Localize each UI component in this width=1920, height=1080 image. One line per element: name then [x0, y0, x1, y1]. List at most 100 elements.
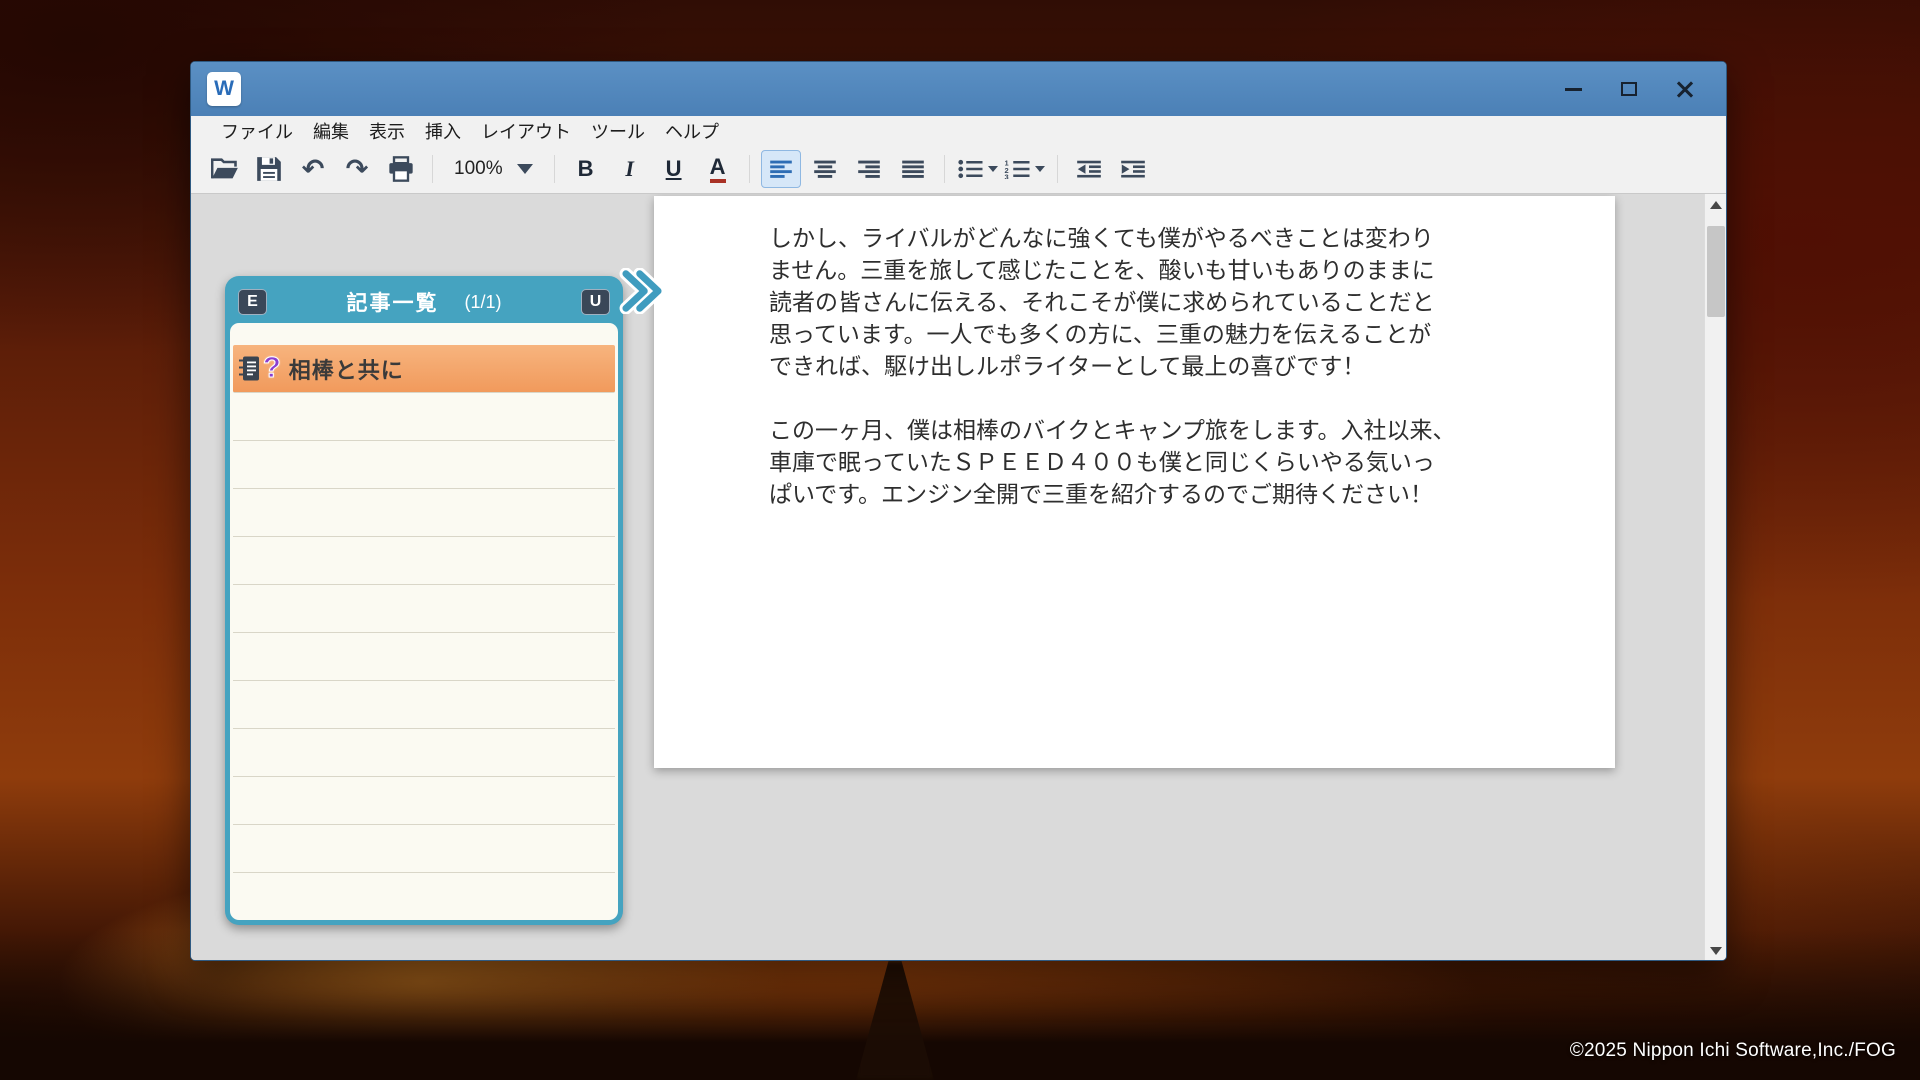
indent-icon	[1120, 159, 1146, 179]
increase-indent-button[interactable]	[1113, 150, 1153, 188]
font-color-button[interactable]: A	[698, 150, 738, 188]
article-title: 相棒と共に	[289, 353, 404, 385]
italic-icon: I	[625, 156, 634, 182]
app-icon-letter: W	[214, 77, 234, 101]
editor-content-area: しかし、ライバルがどんなに強くても僕がやるべきことは変わりません。三重を旅して感…	[191, 194, 1726, 961]
notebook-icon	[239, 355, 261, 382]
empty-list-row	[233, 777, 615, 825]
zoom-value: 100%	[454, 158, 503, 180]
underline-button[interactable]: U	[654, 150, 694, 188]
panel-expand-chevron-icon[interactable]	[619, 268, 665, 314]
align-left-button[interactable]	[761, 150, 801, 188]
document-text: しかし、ライバルがどんなに強くても僕がやるべきことは変わりません。三重を旅して感…	[769, 222, 1555, 510]
bold-button[interactable]: B	[566, 150, 606, 188]
empty-list-row	[233, 441, 615, 489]
text-line: しかし、ライバルがどんなに強くても僕がやるべきことは変わり	[769, 222, 1555, 254]
menu-item[interactable]: 挿入	[419, 118, 467, 144]
menu-item[interactable]: ファイル	[215, 118, 299, 144]
zoom-dropdown[interactable]: 100%	[444, 158, 543, 180]
scrollbar-thumb[interactable]	[1707, 226, 1725, 317]
empty-list-row	[233, 873, 615, 920]
font-color-icon: A	[710, 156, 726, 183]
toolbar-separator	[1057, 155, 1058, 183]
article-list-panel: E 記事一覧 (1/1) U	[225, 276, 623, 925]
page-indicator: (1/1)	[465, 292, 502, 313]
save-button[interactable]	[249, 150, 289, 188]
align-justify-button[interactable]	[893, 150, 933, 188]
printer-icon	[387, 156, 415, 182]
bullet-list-icon	[957, 159, 983, 179]
outdent-icon	[1076, 159, 1102, 179]
paragraph: しかし、ライバルがどんなに強くても僕がやるべきことは変わりません。三重を旅して感…	[769, 222, 1555, 382]
menu-item[interactable]: レイアウト	[475, 118, 577, 144]
paragraph: この一ヶ月、僕は相棒のバイクとキャンプ旅をします。入社以来、車庫で眠っていたＳＰ…	[769, 414, 1555, 510]
article-list-header: E 記事一覧 (1/1) U	[230, 281, 618, 323]
align-left-icon	[769, 159, 793, 179]
vertical-scrollbar[interactable]	[1704, 194, 1726, 961]
close-icon	[1676, 80, 1694, 98]
menu-bar: ファイル編集表示挿入レイアウトツールヘルプ	[191, 116, 1726, 145]
scroll-down-button[interactable]	[1705, 940, 1726, 961]
article-list-item[interactable]: ? 相棒と共に	[233, 345, 615, 393]
empty-list-row	[233, 633, 615, 681]
maximize-icon	[1621, 82, 1637, 96]
article-list: ? 相棒と共に	[230, 323, 618, 920]
svg-text:3: 3	[1004, 173, 1008, 179]
open-file-button[interactable]	[205, 150, 245, 188]
align-right-button[interactable]	[849, 150, 889, 188]
text-line: 読者の皆さんに伝える、それこそが僕に求められていることだと	[769, 286, 1555, 318]
text-line: できれば、駆け出しルポライターとして最上の喜びです！	[769, 350, 1555, 382]
menu-item[interactable]: 編集	[307, 118, 355, 144]
chevron-down-icon	[517, 164, 533, 174]
panel-title: 記事一覧	[347, 287, 439, 317]
title-bar[interactable]: W	[191, 62, 1726, 116]
triangle-down-icon	[1710, 947, 1722, 955]
document-page[interactable]: しかし、ライバルがどんなに強くても僕がやるべきことは変わりません。三重を旅して感…	[654, 196, 1615, 768]
toolbar-separator	[432, 155, 433, 183]
decrease-indent-button[interactable]	[1069, 150, 1109, 188]
text-line: この一ヶ月、僕は相棒のバイクとキャンプ旅をします。入社以来、	[769, 414, 1555, 446]
redo-button[interactable]: ↷	[337, 150, 377, 188]
menu-item[interactable]: ツール	[585, 118, 651, 144]
prev-tab-key-badge[interactable]: E	[238, 289, 267, 315]
toolbar-separator	[749, 155, 750, 183]
empty-list-row	[233, 393, 615, 441]
empty-list-row	[233, 825, 615, 873]
align-center-icon	[813, 159, 837, 179]
bold-icon: B	[578, 156, 594, 182]
minimize-button[interactable]	[1556, 75, 1590, 103]
redo-icon: ↷	[346, 156, 369, 183]
scroll-up-button[interactable]	[1705, 194, 1726, 216]
empty-list-row	[233, 681, 615, 729]
empty-list-row	[233, 537, 615, 585]
undo-icon: ↶	[302, 156, 325, 183]
maximize-button[interactable]	[1612, 75, 1646, 103]
align-justify-icon	[901, 159, 925, 179]
text-line: 車庫で眠っていたＳＰＥＥＤ４００も僕と同じくらいやる気いっ	[769, 446, 1555, 478]
toolbar-separator	[944, 155, 945, 183]
close-button[interactable]	[1668, 75, 1702, 103]
numbered-list-icon: 123	[1004, 159, 1030, 179]
new-article-question-badge: ?	[263, 354, 281, 383]
align-right-icon	[857, 159, 881, 179]
bullet-list-button[interactable]	[956, 150, 999, 188]
align-center-button[interactable]	[805, 150, 845, 188]
toolbar: ↶ ↷ 100% B I U A	[191, 145, 1726, 194]
text-line: ぱいです。エンジン全開で三重を紹介するのでご期待ください！	[769, 478, 1555, 510]
numbered-list-button[interactable]: 123	[1003, 150, 1046, 188]
triangle-up-icon	[1710, 201, 1722, 209]
empty-list-row	[233, 729, 615, 777]
window-controls	[1556, 75, 1710, 103]
undo-button[interactable]: ↶	[293, 150, 333, 188]
print-button[interactable]	[381, 150, 421, 188]
italic-button[interactable]: I	[610, 150, 650, 188]
minimize-icon	[1565, 88, 1582, 91]
underline-icon: U	[666, 156, 682, 182]
word-processor-window: W ファイル編集表示挿入レイアウトツールヘルプ	[190, 61, 1727, 961]
open-folder-icon	[211, 157, 239, 181]
menu-item[interactable]: 表示	[363, 118, 411, 144]
copyright-notice: ©2025 Nippon Ichi Software,Inc./FOG	[1570, 1040, 1896, 1062]
menu-item[interactable]: ヘルプ	[659, 118, 725, 144]
app-icon: W	[207, 72, 241, 106]
next-tab-key-badge[interactable]: U	[581, 289, 610, 315]
